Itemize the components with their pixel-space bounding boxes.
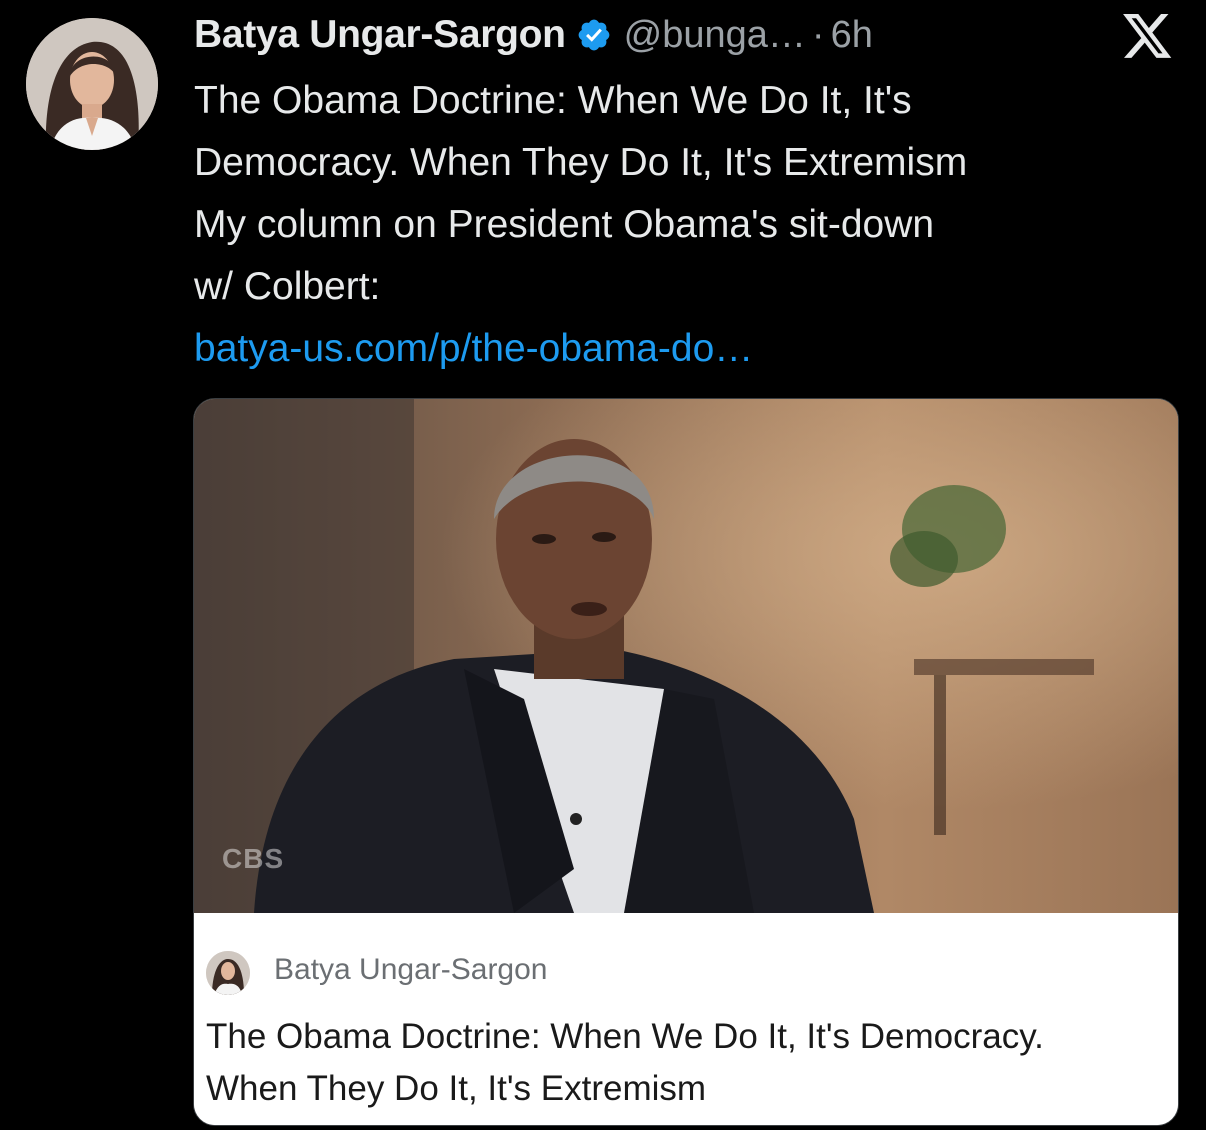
tweet-text-line: w/ Colbert: (194, 265, 381, 308)
card-preview-image[interactable]: CBS (194, 399, 1178, 913)
card-title[interactable]: The Obama Doctrine: When We Do It, It's … (206, 1011, 1166, 1115)
link-preview-card[interactable]: CBS Batya Ungar-Sargon The Obama Doctrin… (193, 398, 1179, 1126)
card-title-line: The Obama Doctrine: When We Do It, It's … (206, 1017, 1044, 1056)
article-link[interactable]: batya-us.com/p/the-obama-do… (194, 318, 1184, 380)
tweet-text: The Obama Doctrine: When We Do It, It's … (194, 70, 1184, 380)
timestamp[interactable]: 6h (831, 14, 873, 57)
author-handle[interactable]: @bunga… (624, 14, 806, 57)
x-logo-icon (1122, 14, 1174, 60)
tweet[interactable]: Batya Ungar-Sargon @bunga… · 6h The Obam… (0, 0, 1206, 1130)
video-still-image (194, 399, 1178, 913)
publication-name: Batya Ungar-Sargon (274, 953, 548, 986)
network-watermark: CBS (222, 843, 285, 874)
publication-avatar (206, 951, 250, 995)
author-avatar[interactable] (26, 18, 158, 150)
tweet-header: Batya Ungar-Sargon @bunga… · 6h (194, 8, 873, 62)
author-avatar-image (26, 18, 158, 150)
separator-dot: · (811, 13, 825, 56)
card-footer[interactable]: Batya Ungar-Sargon The Obama Doctrine: W… (194, 913, 1178, 1125)
tweet-text-line: The Obama Doctrine: When We Do It, It's (194, 79, 912, 122)
tweet-text-line: Democracy. When They Do It, It's Extremi… (194, 141, 968, 184)
verified-badge-icon (576, 17, 612, 53)
author-name[interactable]: Batya Ungar-Sargon (194, 13, 566, 57)
card-title-line: When They Do It, It's Extremism (206, 1069, 707, 1108)
tweet-text-line: My column on President Obama's sit-down (194, 203, 935, 246)
